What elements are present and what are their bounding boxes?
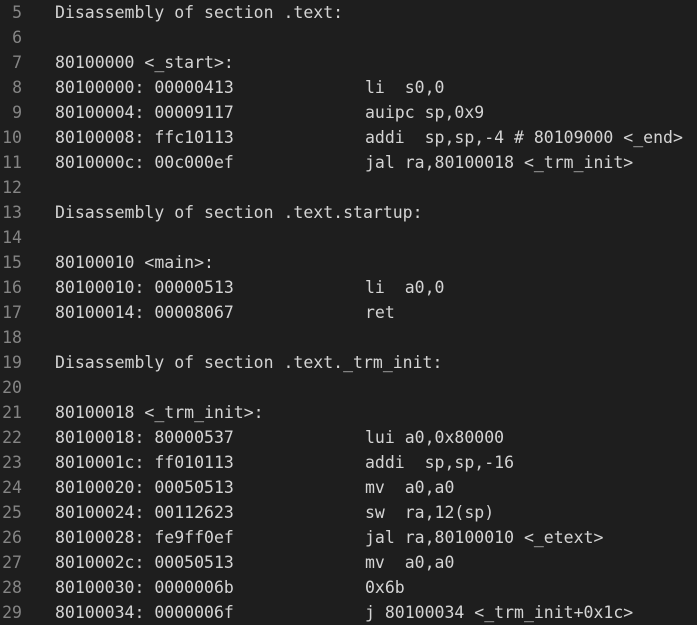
line-number: 9	[12, 103, 22, 122]
code-line[interactable]: 14	[0, 225, 697, 250]
line-number: 13	[2, 203, 22, 222]
instruction: lui a0,0x80000	[365, 428, 505, 447]
address-and-encoding: 80100010: 00000513	[55, 278, 234, 297]
code-editor[interactable]: 5 Disassembly of section .text: 6 7 801000…	[0, 0, 697, 624]
address-and-encoding: 80100014: 00008067	[55, 303, 234, 322]
code-line[interactable]: 21 80100018 <_trm_init>:	[0, 400, 697, 425]
line-text: Disassembly of section .text.startup:	[55, 203, 423, 222]
code-line[interactable]: 18	[0, 325, 697, 350]
line-number: 6	[12, 28, 22, 47]
code-line[interactable]: 6	[0, 25, 697, 50]
line-number: 15	[2, 253, 22, 272]
code-line[interactable]: 17 80100014: 00008067 ret	[0, 300, 697, 325]
line-text: Disassembly of section .text._trm_init:	[55, 353, 443, 372]
instruction: sw ra,12(sp)	[365, 503, 495, 522]
address-and-encoding: 80100020: 00050513	[55, 478, 234, 497]
line-number: 29	[2, 603, 22, 622]
line-number: 21	[2, 403, 22, 422]
line-text: 80100018 <_trm_init>:	[55, 403, 264, 422]
code-line[interactable]: 19 Disassembly of section .text._trm_init…	[0, 350, 697, 375]
instruction: addi sp,sp,-4 # 80109000 <_end>	[365, 128, 683, 147]
line-number: 27	[2, 553, 22, 572]
line-number: 12	[2, 178, 22, 197]
line-number: 28	[2, 578, 22, 597]
line-number: 14	[2, 228, 22, 247]
line-number: 20	[2, 378, 22, 397]
address-and-encoding: 80100028: fe9ff0ef	[55, 528, 234, 547]
line-number: 11	[2, 153, 22, 172]
instruction: jal ra,80100018 <_trm_init>	[365, 153, 634, 172]
address-and-encoding: 80100024: 00112623	[55, 503, 234, 522]
instruction: j 80100034 <_trm_init+0x1c>	[365, 603, 634, 622]
code-line[interactable]: 20	[0, 375, 697, 400]
line-number: 24	[2, 478, 22, 497]
address-and-encoding: 80100008: ffc10113	[55, 128, 234, 147]
code-line[interactable]: 27 8010002c: 00050513 mv a0,a0	[0, 550, 697, 575]
code-line[interactable]: 7 80100000 <_start>:	[0, 50, 697, 75]
line-text: 80100000 <_start>:	[55, 53, 234, 72]
line-number: 19	[2, 353, 22, 372]
line-number: 17	[2, 303, 22, 322]
instruction: auipc sp,0x9	[365, 103, 485, 122]
code-line[interactable]: 10 80100008: ffc10113 addi sp,sp,-4 # 8010…	[0, 125, 697, 150]
line-number: 8	[12, 78, 22, 97]
code-line[interactable]: 24 80100020: 00050513 mv a0,a0	[0, 475, 697, 500]
code-line[interactable]: 9 80100004: 00009117 auipc sp,0x9	[0, 100, 697, 125]
line-number: 25	[2, 503, 22, 522]
address-and-encoding: 80100004: 00009117	[55, 103, 234, 122]
code-line[interactable]: 26 80100028: fe9ff0ef jal ra,80100010 <_et…	[0, 525, 697, 550]
instruction: mv a0,a0	[365, 553, 455, 572]
line-text: 80100010 <main>:	[55, 253, 214, 272]
line-number: 22	[2, 428, 22, 447]
code-line[interactable]: 29 80100034: 0000006f j 80100034 <_trm_ini…	[0, 600, 697, 625]
line-number: 16	[2, 278, 22, 297]
code-line[interactable]: 22 80100018: 80000537 lui a0,0x80000	[0, 425, 697, 450]
line-number: 18	[2, 328, 22, 347]
code-line[interactable]: 8 80100000: 00000413 li s0,0	[0, 75, 697, 100]
code-line[interactable]: 28 80100030: 0000006b 0x6b	[0, 575, 697, 600]
instruction: addi sp,sp,-16	[365, 453, 515, 472]
code-line[interactable]: 5 Disassembly of section .text:	[0, 0, 697, 25]
instruction: ret	[365, 303, 395, 322]
address-and-encoding: 8010000c: 00c000ef	[55, 153, 234, 172]
line-text: Disassembly of section .text:	[55, 3, 344, 22]
line-number: 10	[2, 128, 22, 147]
line-number: 7	[12, 53, 22, 72]
address-and-encoding: 80100034: 0000006f	[55, 603, 234, 622]
line-number: 23	[2, 453, 22, 472]
code-line[interactable]: 23 8010001c: ff010113 addi sp,sp,-16	[0, 450, 697, 475]
instruction: 0x6b	[365, 578, 405, 597]
line-number: 26	[2, 528, 22, 547]
instruction: jal ra,80100010 <_etext>	[365, 528, 604, 547]
address-and-encoding: 8010001c: ff010113	[55, 453, 234, 472]
code-line[interactable]: 13 Disassembly of section .text.startup:	[0, 200, 697, 225]
address-and-encoding: 8010002c: 00050513	[55, 553, 234, 572]
instruction: mv a0,a0	[365, 478, 455, 497]
code-line[interactable]: 25 80100024: 00112623 sw ra,12(sp)	[0, 500, 697, 525]
address-and-encoding: 80100000: 00000413	[55, 78, 234, 97]
address-and-encoding: 80100018: 80000537	[55, 428, 234, 447]
address-and-encoding: 80100030: 0000006b	[55, 578, 234, 597]
code-line[interactable]: 12	[0, 175, 697, 200]
code-line[interactable]: 16 80100010: 00000513 li a0,0	[0, 275, 697, 300]
instruction: li a0,0	[365, 278, 445, 297]
instruction: li s0,0	[365, 78, 445, 97]
code-line[interactable]: 15 80100010 <main>:	[0, 250, 697, 275]
code-line[interactable]: 11 8010000c: 00c000ef jal ra,80100018 <_tr…	[0, 150, 697, 175]
line-number: 5	[12, 3, 22, 22]
